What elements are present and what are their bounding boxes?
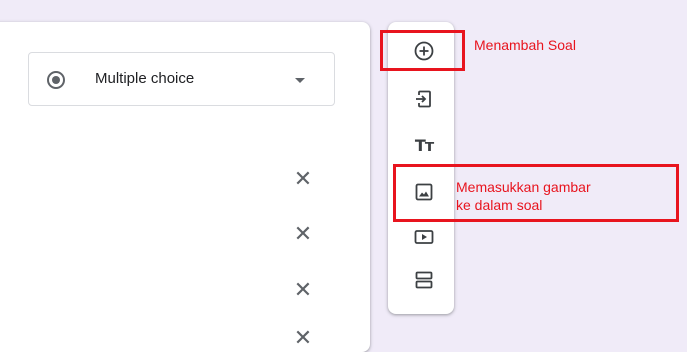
annotation-add-image-line1: Memasukkan gambar xyxy=(456,179,591,195)
import-icon xyxy=(416,90,431,108)
question-card: Multiple choice ✕ ✕ ✕ ✕ xyxy=(0,22,370,352)
annotation-add-image-line2: ke dalam soal xyxy=(456,197,543,213)
question-type-select[interactable]: Multiple choice xyxy=(28,52,335,106)
close-icon: ✕ xyxy=(293,325,313,350)
add-section-button[interactable] xyxy=(409,265,439,295)
remove-option-button-1[interactable]: ✕ xyxy=(291,166,315,191)
close-icon: ✕ xyxy=(293,221,313,246)
remove-option-button-3[interactable]: ✕ xyxy=(291,277,315,302)
radio-button-checked-icon xyxy=(47,71,65,89)
remove-option-button-2[interactable]: ✕ xyxy=(291,221,315,246)
add-title-description-button[interactable]: Tт xyxy=(409,130,439,160)
add-video-button[interactable] xyxy=(409,222,439,252)
text-title-icon: Tт xyxy=(414,135,434,155)
question-type-label: Multiple choice xyxy=(95,70,195,87)
annotation-add-question: Menambah Soal xyxy=(474,37,576,53)
close-icon: ✕ xyxy=(293,166,313,191)
section-icon xyxy=(415,271,433,289)
remove-option-button-4[interactable]: ✕ xyxy=(291,325,315,350)
import-questions-button[interactable] xyxy=(409,84,439,114)
video-icon xyxy=(414,230,434,244)
dropdown-arrow-icon xyxy=(295,78,305,83)
annotation-box-add-question xyxy=(380,30,465,71)
top-strip xyxy=(0,0,687,20)
close-icon: ✕ xyxy=(293,277,313,302)
